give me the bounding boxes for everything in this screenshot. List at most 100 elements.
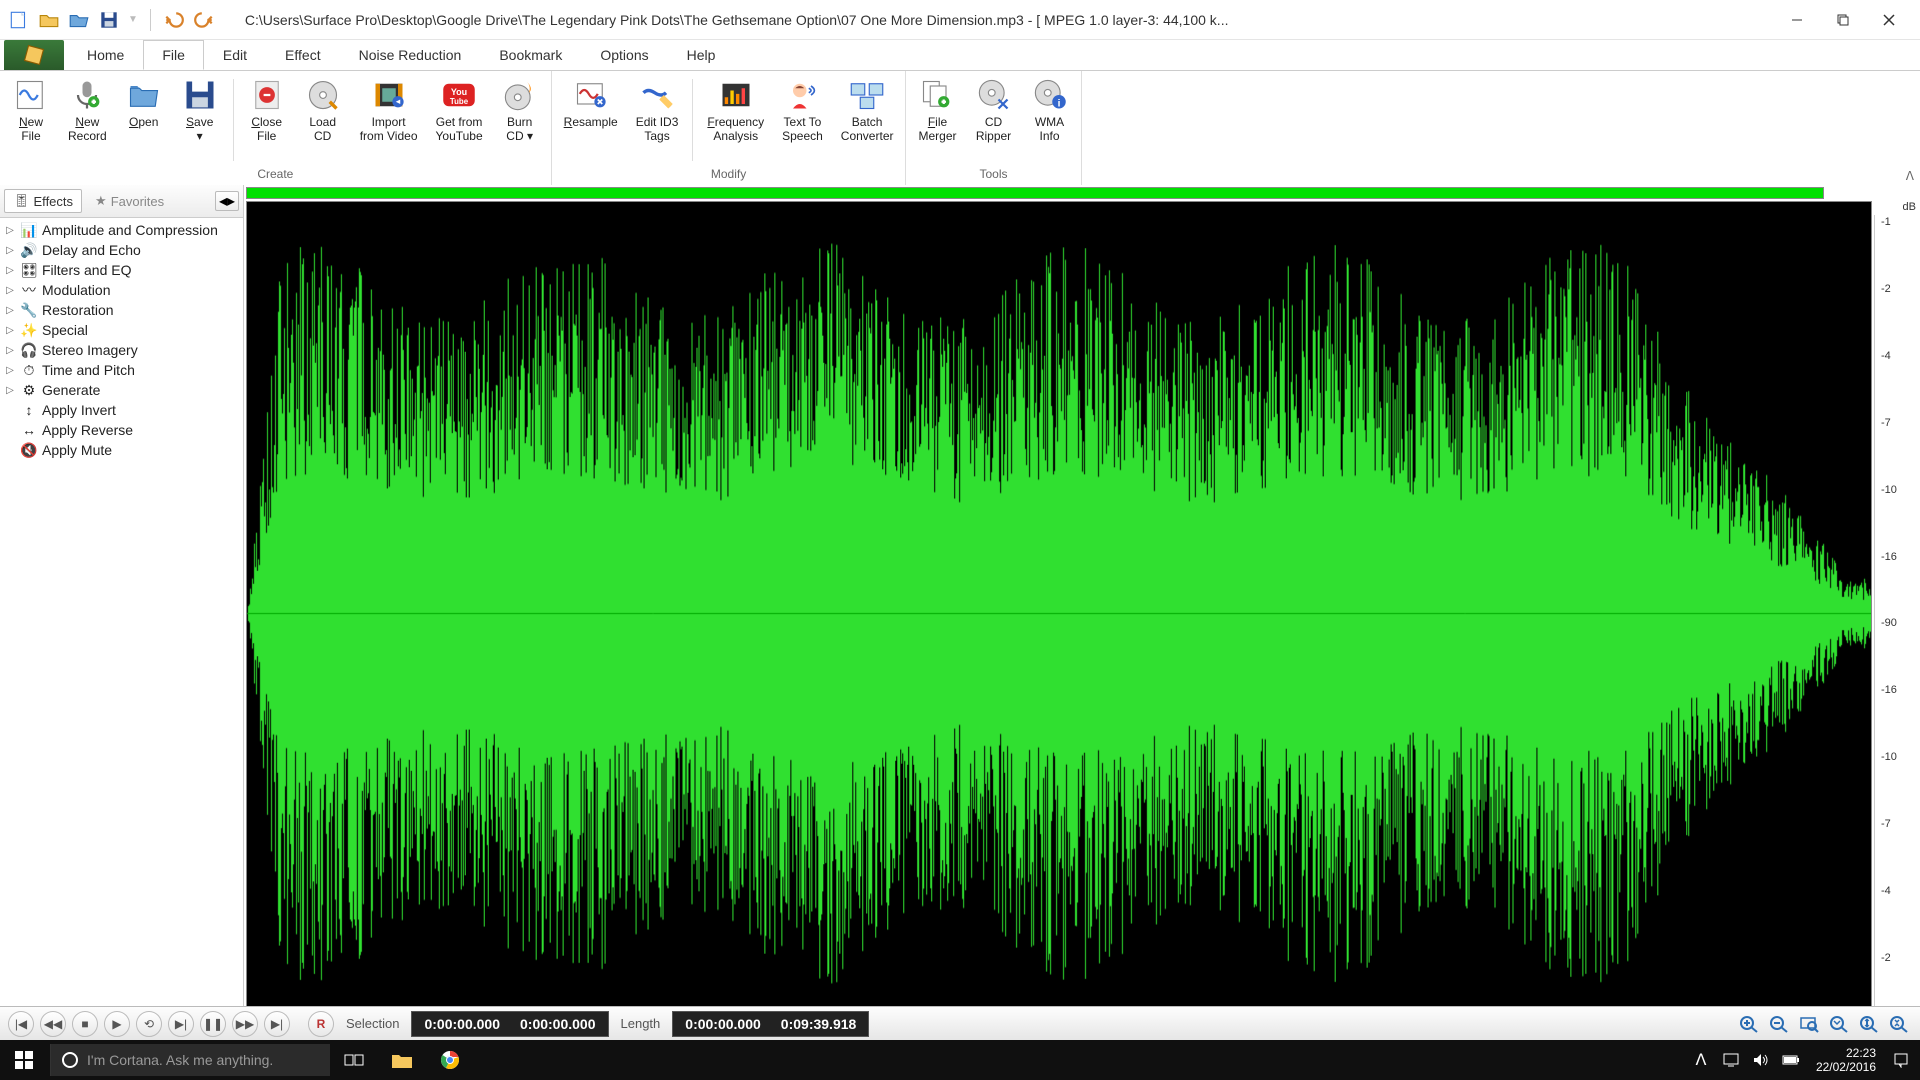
effect-item[interactable]: ↕Apply Invert [0,400,243,420]
play-button[interactable]: ▶ [104,1011,130,1037]
effect-item[interactable]: ▷⚙Generate [0,380,243,400]
effect-icon: ✨ [20,322,38,338]
sidebar-pin-icon[interactable]: ◂▸ [215,191,239,211]
effect-item[interactable]: ▷🎛Filters and EQ [0,260,243,280]
record-button[interactable]: R [308,1011,334,1037]
stop-button[interactable]: ■ [72,1011,98,1037]
resample-button[interactable]: Resample [558,75,624,165]
wma-info-button[interactable]: iWMA Info [1025,75,1075,165]
new-file-button[interactable]: New File [6,75,56,165]
tab-home[interactable]: Home [68,40,143,70]
tray-volume-icon[interactable] [1748,1040,1774,1080]
app-menu-icon[interactable] [4,40,64,70]
save-button[interactable]: Save ▾ [175,75,225,165]
overview-bar[interactable] [246,187,1824,199]
selection-time-display: 0:00:00.000 0:00:00.000 [411,1011,608,1037]
new-record-button[interactable]: New Record [62,75,113,165]
taskbar-chrome[interactable] [426,1040,474,1080]
qat-redo-icon[interactable] [193,9,215,31]
qat-save-icon[interactable] [98,9,120,31]
effect-item[interactable]: ▷🔧Restoration [0,300,243,320]
zoom-vertical-in-icon[interactable] [1856,1013,1882,1035]
go-to-start-button[interactable]: |◀ [8,1011,34,1037]
effect-item[interactable]: ▷⏱Time and Pitch [0,360,243,380]
zoom-in-icon[interactable] [1736,1013,1762,1035]
minimize-button[interactable] [1774,4,1820,36]
burn-cd-icon [502,77,538,113]
frequency-analysis-button[interactable]: Frequency Analysis [701,75,770,165]
sidebar-tab-effects[interactable]: 🎚Effects [4,189,82,213]
loop-button[interactable]: ⟲ [136,1011,162,1037]
effect-item[interactable]: ▷📊Amplitude and Compression [0,220,243,240]
expand-arrow-icon: ▷ [4,305,16,316]
rewind-button[interactable]: ◀◀ [40,1011,66,1037]
cd-ripper-icon [976,77,1012,113]
close-button[interactable] [1866,4,1912,36]
qat-new-icon[interactable] [8,9,30,31]
zoom-fit-icon[interactable] [1826,1013,1852,1035]
waveform-channel-left[interactable] [246,201,1872,1006]
cd-ripper-button[interactable]: CD Ripper [969,75,1019,165]
sidebar-tab-favorites[interactable]: ★Favorites [86,189,173,213]
tray-network-icon[interactable] [1718,1040,1744,1080]
zoom-out-icon[interactable] [1766,1013,1792,1035]
svg-text:Tube: Tube [450,97,469,106]
batch-converter-button[interactable]: Batch Converter [835,75,900,165]
pause-button[interactable]: ❚❚ [200,1011,226,1037]
cd-load-icon [305,77,341,113]
save-icon [182,77,218,113]
effect-item[interactable]: 🔇Apply Mute [0,440,243,460]
zoom-selection-icon[interactable] [1796,1013,1822,1035]
effect-item[interactable]: ▷〰Modulation [0,280,243,300]
ribbon-label-modify: Modify [558,165,900,183]
start-button[interactable] [0,1040,48,1080]
close-file-button[interactable]: Close File [242,75,292,165]
play-selection-button[interactable]: ▶| [168,1011,194,1037]
get-youtube-button[interactable]: YouTubeGet from YouTube [430,75,489,165]
effect-item[interactable]: ▷🔊Delay and Echo [0,240,243,260]
taskbar-file-explorer[interactable] [378,1040,426,1080]
burn-cd-button[interactable]: Burn CD ▾ [495,75,545,165]
db-tick: -4 [1881,886,1920,897]
tab-edit[interactable]: Edit [204,40,266,70]
cortana-search[interactable]: I'm Cortana. Ask me anything. [50,1044,330,1076]
ribbon-collapse-icon[interactable]: ᐱ [1906,169,1914,183]
effect-item[interactable]: ▷🎧Stereo Imagery [0,340,243,360]
qat-undo-icon[interactable] [163,9,185,31]
effect-item[interactable]: ↔Apply Reverse [0,420,243,440]
import-video-button[interactable]: Import from Video [354,75,424,165]
task-view-button[interactable] [330,1040,378,1080]
effect-item[interactable]: ▷✨Special [0,320,243,340]
tab-options[interactable]: Options [581,40,667,70]
tray-overflow-icon[interactable]: ᐱ [1688,1040,1714,1080]
effect-label: Apply Invert [42,402,116,418]
qat-folder-open-icon[interactable] [68,9,90,31]
db-tick: -4 [1881,351,1920,362]
ribbon-group-modify: Resample Edit ID3 Tags Frequency Analysi… [552,71,907,185]
go-to-end-button[interactable]: ▶| [264,1011,290,1037]
svg-text:i: i [1057,98,1060,109]
open-button[interactable]: Open [119,75,169,165]
tab-noise-reduction[interactable]: Noise Reduction [340,40,481,70]
text-to-speech-button[interactable]: Text To Speech [776,75,829,165]
effect-icon: 〰 [20,282,38,298]
taskbar-clock[interactable]: 22:23 22/02/2016 [1808,1046,1884,1075]
tray-notifications-icon[interactable] [1888,1040,1914,1080]
edit-id3-button[interactable]: Edit ID3 Tags [630,75,685,165]
db-tick: -7 [1881,418,1920,429]
maximize-button[interactable] [1820,4,1866,36]
tab-help[interactable]: Help [668,40,735,70]
qat-open-icon[interactable] [38,9,60,31]
tray-battery-icon[interactable] [1778,1040,1804,1080]
titlebar: ▼ C:\Users\Surface Pro\Desktop\Google Dr… [0,0,1920,40]
file-merger-button[interactable]: File Merger [912,75,962,165]
id3-tags-icon [639,77,675,113]
zoom-vertical-out-icon[interactable] [1886,1013,1912,1035]
expand-arrow-icon: ▷ [4,285,16,296]
fast-forward-button[interactable]: ▶▶ [232,1011,258,1037]
load-cd-button[interactable]: Load CD [298,75,348,165]
tab-file[interactable]: File [143,40,204,70]
channels: dB -1-2-4-7-10-16-90-16-10-7-4-2-1 -1-2-… [244,201,1920,1006]
tab-bookmark[interactable]: Bookmark [480,40,581,70]
tab-effect[interactable]: Effect [266,40,340,70]
